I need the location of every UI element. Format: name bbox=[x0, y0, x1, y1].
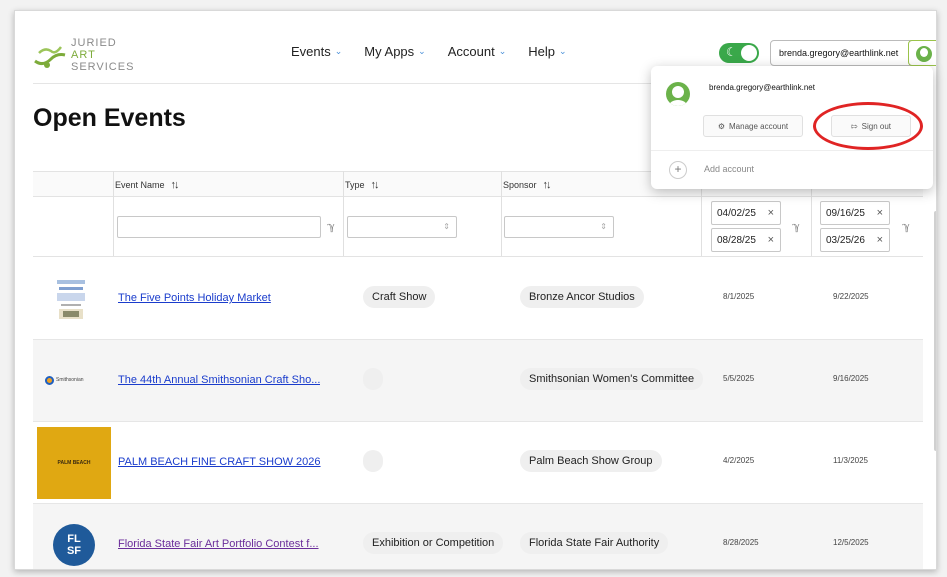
logo[interactable]: JURIED ART SERVICES bbox=[33, 33, 143, 77]
table-row: Smithsonian The 44th Annual Smithsonian … bbox=[33, 340, 923, 422]
chevron-down-icon: ⌄ bbox=[418, 46, 426, 56]
sponsor-badge: Palm Beach Show Group bbox=[520, 450, 662, 472]
end-date: 9/22/2025 bbox=[833, 292, 869, 301]
table-row: PALM BEACH PALM BEACH FINE CRAFT SHOW 20… bbox=[33, 422, 923, 504]
florida-state-fair-logo: FL SF bbox=[53, 524, 95, 566]
filter-icon[interactable]: ℽ bbox=[902, 220, 910, 233]
add-account-link[interactable]: Add account bbox=[704, 164, 754, 174]
chevron-down-icon: ⌄ bbox=[498, 46, 507, 56]
sort-icon[interactable]: ↑↓ bbox=[543, 179, 552, 191]
logo-line3: SERVICES bbox=[71, 61, 135, 73]
event-link[interactable]: Florida State Fair Art Portfolio Contest… bbox=[118, 538, 319, 550]
logo-line2: ART bbox=[71, 49, 96, 61]
filter-row: ℽ ⇕ ⇕ 04/02/25 × 08/28/25 × ℽ 09/16/25 × 03… bbox=[33, 197, 923, 257]
sort-icon[interactable]: ↑↓ bbox=[171, 179, 180, 191]
nav-my-apps[interactable]: My Apps ⌄ bbox=[364, 44, 425, 59]
type-badge bbox=[363, 368, 383, 390]
event-link[interactable]: PALM BEACH FINE CRAFT SHOW 2026 bbox=[118, 456, 321, 468]
close-icon[interactable]: × bbox=[877, 234, 883, 246]
page-title: Open Events bbox=[33, 104, 186, 132]
sponsor-filter-select[interactable]: ⇕ bbox=[504, 216, 614, 238]
add-icon[interactable]: + bbox=[669, 161, 687, 179]
event-name-filter-input[interactable] bbox=[117, 216, 321, 238]
end-date-to-chip[interactable]: 03/25/26 × bbox=[820, 228, 890, 252]
sponsor-badge: Smithsonian Women's Committee bbox=[520, 368, 704, 390]
theme-toggle[interactable]: ☾ bbox=[719, 43, 759, 63]
type-badge bbox=[363, 450, 383, 472]
close-icon[interactable]: × bbox=[768, 234, 774, 246]
start-date: 8/1/2025 bbox=[723, 292, 755, 301]
nav-help[interactable]: Help ⌄ bbox=[528, 44, 566, 59]
col-header-type[interactable]: Type ↑↓ bbox=[345, 179, 380, 191]
start-date-to-chip[interactable]: 08/28/25 × bbox=[711, 228, 781, 252]
chevron-down-icon: ⌄ bbox=[558, 46, 567, 56]
logo-line1: JURIED bbox=[71, 37, 117, 49]
sort-icon[interactable]: ↑↓ bbox=[371, 179, 380, 191]
main-nav: Events ⌄ My Apps ⌄ Account ⌄ Help ⌄ bbox=[291, 44, 567, 59]
event-link[interactable]: The Five Points Holiday Market bbox=[118, 292, 271, 304]
end-date: 9/16/2025 bbox=[833, 374, 869, 383]
start-date: 4/2/2025 bbox=[723, 456, 755, 465]
smithsonian-sun-icon bbox=[45, 375, 54, 385]
scrollbar[interactable] bbox=[934, 211, 936, 451]
type-filter-select[interactable]: ⇕ bbox=[347, 216, 457, 238]
type-badge: Exhibition or Competition bbox=[363, 532, 504, 554]
holiday-market-logo bbox=[51, 276, 91, 322]
filter-icon[interactable]: ℽ bbox=[327, 220, 335, 233]
event-link[interactable]: The 44th Annual Smithsonian Craft Sho... bbox=[118, 374, 320, 386]
start-date: 5/5/2025 bbox=[723, 374, 755, 383]
start-date: 8/28/2025 bbox=[723, 538, 759, 547]
col-header-sponsor[interactable]: Sponsor ↑↓ bbox=[503, 179, 552, 191]
col-header-event-name[interactable]: Event Name ↑↓ bbox=[115, 179, 180, 191]
nav-events[interactable]: Events ⌄ bbox=[291, 44, 342, 59]
sponsor-badge: Florida State Fair Authority bbox=[520, 532, 669, 554]
gear-icon: ⚙ bbox=[717, 121, 725, 131]
sponsor-badge: Bronze Ancor Studios bbox=[520, 286, 644, 308]
table-row: FL SF Florida State Fair Art Portfolio C… bbox=[33, 504, 923, 569]
user-avatar-icon bbox=[666, 82, 690, 106]
type-badge: Craft Show bbox=[363, 286, 436, 308]
start-date-from-chip[interactable]: 04/02/25 × bbox=[711, 201, 781, 225]
logo-mark-icon bbox=[34, 46, 66, 68]
toggle-knob bbox=[741, 45, 757, 61]
filter-icon[interactable]: ℽ bbox=[792, 220, 800, 233]
user-email-display[interactable]: brenda.gregory@earthlink.net bbox=[770, 40, 918, 66]
table-row: The Five Points Holiday Market Craft Sho… bbox=[33, 258, 923, 340]
avatar-button[interactable] bbox=[908, 40, 936, 66]
close-icon[interactable]: × bbox=[768, 207, 774, 219]
manage-account-button[interactable]: ⚙ Manage account bbox=[703, 115, 803, 137]
chevron-down-icon: ⌄ bbox=[334, 46, 343, 56]
end-date: 11/3/2025 bbox=[833, 456, 868, 465]
moon-icon: ☾ bbox=[726, 45, 737, 59]
select-arrows-icon: ⇕ bbox=[443, 222, 450, 231]
end-date: 12/5/2025 bbox=[833, 538, 869, 547]
palm-beach-logo: PALM BEACH bbox=[37, 427, 111, 499]
end-date-from-chip[interactable]: 09/16/25 × bbox=[820, 201, 890, 225]
sign-out-highlight-annotation bbox=[813, 102, 923, 150]
close-icon[interactable]: × bbox=[877, 207, 883, 219]
account-email: brenda.gregory@earthlink.net bbox=[709, 83, 815, 92]
select-arrows-icon: ⇕ bbox=[600, 222, 607, 231]
nav-account[interactable]: Account ⌄ bbox=[448, 44, 507, 59]
smithsonian-logo: Smithsonian bbox=[45, 373, 101, 387]
